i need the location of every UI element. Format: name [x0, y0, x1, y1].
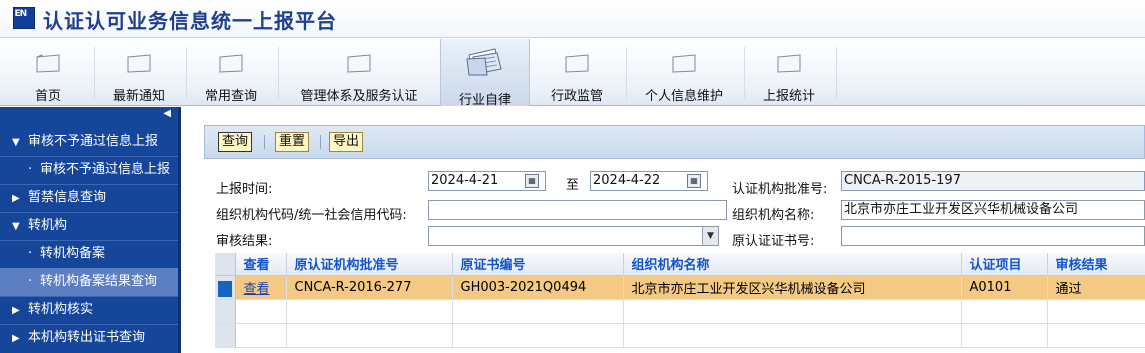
- nav-personal-info[interactable]: 个人信息维护: [632, 39, 736, 106]
- org-name-field[interactable]: 北京市亦庄工业开发区兴华机械设备公司: [841, 200, 1145, 220]
- nav-latest-notice[interactable]: 最新通知: [100, 39, 178, 106]
- sidebar-group-outgoing-certs[interactable]: ▶ 本机构转出证书查询: [0, 324, 178, 352]
- query-button[interactable]: 查询: [218, 132, 253, 152]
- orig-cert-no-field[interactable]: [841, 226, 1145, 246]
- row-selector: [215, 299, 236, 324]
- nav-separator: [744, 47, 745, 99]
- report-time-label: 上报时间:: [216, 182, 273, 197]
- column-header[interactable]: 组织机构名称: [623, 253, 962, 276]
- title-bar: EN 认证认可业务信息统一上报平台: [0, 0, 1145, 38]
- sidebar-group-suspension-query[interactable]: ▶ 暂禁信息查询: [0, 184, 178, 212]
- sidebar-group-transfer[interactable]: ▼ 转机构: [0, 212, 178, 240]
- calendar-icon[interactable]: ▦: [687, 174, 701, 188]
- table-cell: CNCA-R-2016-277: [286, 275, 453, 300]
- orig-cert-no-label: 原认证证书号:: [732, 234, 815, 249]
- row-selector[interactable]: [215, 275, 236, 300]
- column-header[interactable]: 查看: [235, 253, 287, 276]
- sidebar-item-transfer-filing[interactable]: · 转机构备案: [0, 240, 178, 268]
- table-row-empty: [215, 323, 1145, 348]
- nav-home[interactable]: 首页: [18, 39, 78, 106]
- nav-separator: [186, 47, 187, 99]
- org-code-label: 组织机构代码/统一社会信用代码:: [216, 208, 407, 223]
- audit-result-label: 审核结果:: [216, 234, 273, 249]
- toolbar: 查询 重置 导出: [204, 125, 1145, 159]
- folder-icon: [36, 54, 60, 73]
- folder-icon: [672, 54, 696, 73]
- sidebar-group-transfer-verify[interactable]: ▶ 转机构核实: [0, 296, 178, 324]
- table-cell: A0101: [961, 275, 1048, 300]
- folder-icon: [219, 54, 243, 73]
- row-selector-header: [215, 253, 236, 276]
- folder-icon: [777, 54, 801, 73]
- column-header[interactable]: 原认证机构批准号: [286, 253, 453, 276]
- nav-separator: [626, 47, 627, 99]
- open-folder-documents-icon: [466, 48, 502, 76]
- nav-administrative-supervision[interactable]: 行政监管: [536, 39, 618, 106]
- bullet-icon: ·: [28, 162, 33, 177]
- export-button[interactable]: 导出: [329, 132, 364, 152]
- approval-no-field[interactable]: CNCA-R-2015-197: [841, 171, 1145, 191]
- audit-result-select[interactable]: [428, 226, 719, 246]
- toolbar-separator: [320, 135, 321, 149]
- top-nav: 首页 最新通知 常用查询 管理体系及服务认证 行业自律 行政监管 个人信息维护 …: [0, 39, 1145, 108]
- table-cell[interactable]: 查看: [235, 275, 287, 300]
- sidebar-item-transfer-filing-result[interactable]: · 转机构备案结果查询: [0, 268, 178, 296]
- column-header[interactable]: 原证书编号: [452, 253, 624, 276]
- nav-separator: [278, 47, 279, 99]
- result-table: 查看 原认证机构批准号 原证书编号 组织机构名称 认证项目 审核结果 查看 CN…: [215, 253, 1145, 353]
- app-logo: EN: [13, 7, 35, 29]
- nav-common-query[interactable]: 常用查询: [192, 39, 270, 106]
- sidebar-item-reject-report[interactable]: · 审核不予通过信息上报: [0, 156, 178, 184]
- nav-industry-self-discipline[interactable]: 行业自律: [440, 39, 530, 108]
- org-name-label: 组织机构名称:: [732, 208, 815, 223]
- triangle-left-icon[interactable]: ◀: [163, 108, 171, 119]
- chevron-down-icon[interactable]: ▼: [702, 227, 718, 245]
- chevron-right-icon: ▶: [12, 193, 20, 204]
- org-code-field[interactable]: [428, 200, 727, 220]
- app-title: 认证认可业务信息统一上报平台: [43, 9, 337, 33]
- column-header[interactable]: 审核结果: [1047, 253, 1145, 276]
- nav-report-statistics[interactable]: 上报统计: [750, 39, 828, 106]
- chevron-right-icon: ▶: [12, 305, 20, 316]
- chevron-right-icon: ▶: [12, 333, 20, 344]
- table-header-row: 查看 原认证机构批准号 原证书编号 组织机构名称 认证项目 审核结果: [215, 253, 1145, 276]
- row-selector: [215, 323, 236, 348]
- sidebar: ◀ ▼ 审核不予通过信息上报 · 审核不予通过信息上报 ▶ 暂禁信息查询 ▼ 转机构 ·…: [0, 107, 181, 353]
- toolbar-separator: [264, 135, 265, 149]
- calendar-icon[interactable]: ▦: [525, 174, 539, 188]
- table-cell: 北京市亦庄工业开发区兴华机械设备公司: [623, 275, 962, 300]
- view-link[interactable]: 查看: [244, 282, 270, 297]
- chevron-down-icon: ▼: [12, 221, 20, 232]
- bullet-icon: ·: [28, 274, 33, 289]
- chevron-down-icon: ▼: [12, 137, 20, 148]
- table-row[interactable]: 查看 CNCA-R-2016-277 GH003-2021Q0494 北京市亦庄…: [215, 275, 1145, 300]
- bullet-icon: ·: [28, 246, 33, 261]
- folder-icon: [127, 54, 151, 73]
- reset-button[interactable]: 重置: [275, 132, 310, 152]
- table-row-empty: [215, 299, 1145, 324]
- nav-separator: [94, 47, 95, 99]
- nav-separator: [836, 47, 837, 99]
- column-header[interactable]: 认证项目: [961, 253, 1048, 276]
- folder-icon: [565, 54, 589, 73]
- sidebar-group-reject-report[interactable]: ▼ 审核不予通过信息上报: [0, 128, 178, 156]
- table-cell: 通过: [1047, 275, 1145, 300]
- to-label: 至: [566, 178, 580, 193]
- approval-no-label: 认证机构批准号:: [732, 182, 828, 197]
- row-selected-marker: [218, 280, 232, 297]
- folder-icon: [347, 54, 371, 73]
- nav-management-system-certification[interactable]: 管理体系及服务认证: [284, 39, 434, 106]
- main-content: 查询 重置 导出 上报时间: 2024-4-21 ▦ 至 2024-4-22 ▦…: [184, 107, 1145, 353]
- table-cell: GH003-2021Q0494: [452, 275, 624, 300]
